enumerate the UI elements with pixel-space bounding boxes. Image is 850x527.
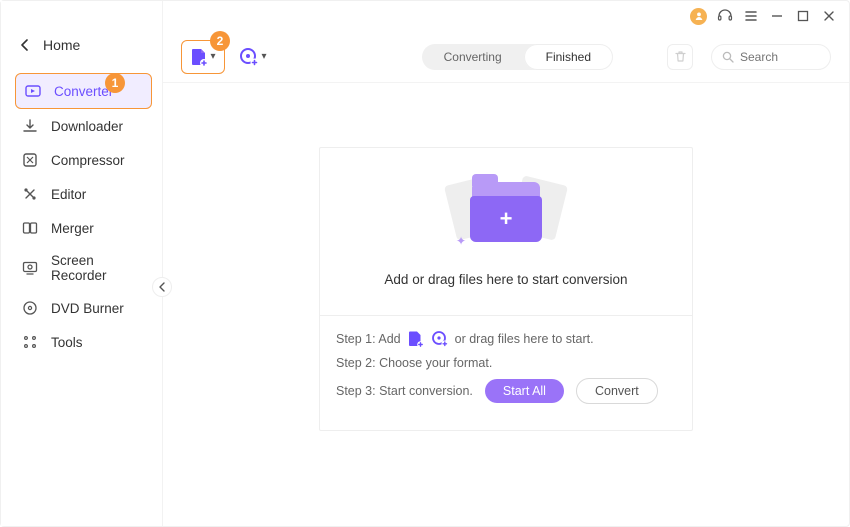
tab-converting[interactable]: Converting <box>422 44 524 70</box>
sidebar-item-label: Merger <box>51 221 94 236</box>
plus-icon: + <box>500 206 513 232</box>
sidebar-item-downloader[interactable]: Downloader <box>1 109 162 143</box>
toolbar: ▾ 2 ▾ Converting Finished <box>163 31 849 83</box>
search-input[interactable] <box>740 50 820 64</box>
sidebar-item-label: DVD Burner <box>51 301 124 316</box>
sidebar: Home Converter Downloader Compressor <box>1 1 163 526</box>
sidebar-item-converter[interactable]: Converter <box>15 73 152 109</box>
sidebar-item-label: Downloader <box>51 119 123 134</box>
add-file-button[interactable]: ▾ 2 <box>181 40 225 74</box>
app-window: Home Converter Downloader Compressor <box>0 0 850 527</box>
drop-zone[interactable]: + ✦ Add or drag files here to start conv… <box>320 148 692 315</box>
search-icon <box>722 51 734 63</box>
sidebar-item-merger[interactable]: Merger <box>1 211 162 245</box>
steps-panel: Step 1: Add or drag files here to start.… <box>320 315 692 430</box>
chevron-down-icon: ▾ <box>261 51 266 62</box>
callout-badge-2: 2 <box>210 31 230 51</box>
home-label: Home <box>43 37 80 53</box>
start-all-button[interactable]: Start All <box>485 379 564 403</box>
clear-list-button[interactable] <box>667 44 693 70</box>
sidebar-item-editor[interactable]: Editor <box>1 177 162 211</box>
sidebar-nav: Converter Downloader Compressor Editor <box>1 73 162 359</box>
tab-finished[interactable]: Finished <box>524 44 613 70</box>
tools-icon <box>21 333 39 351</box>
account-avatar-icon[interactable] <box>690 8 707 25</box>
search-box[interactable] <box>711 44 831 70</box>
converter-icon <box>24 82 42 100</box>
add-file-icon <box>190 47 208 67</box>
add-file-icon[interactable] <box>407 330 425 348</box>
window-maximize-button[interactable] <box>795 8 811 24</box>
dvd-burner-icon <box>21 299 39 317</box>
downloader-icon <box>21 117 39 135</box>
step-1-label-a: Step 1: Add <box>336 332 401 346</box>
sidebar-item-label: Converter <box>54 84 113 99</box>
conversion-card: + ✦ Add or drag files here to start conv… <box>319 147 693 431</box>
screen-recorder-icon <box>21 259 39 277</box>
callout-badge-1: 1 <box>105 73 125 93</box>
content-area: + ✦ Add or drag files here to start conv… <box>163 83 849 526</box>
sidebar-item-compressor[interactable]: Compressor <box>1 143 162 177</box>
sidebar-item-tools[interactable]: Tools <box>1 325 162 359</box>
sidebar-item-label: Tools <box>51 335 83 350</box>
step-2: Step 2: Choose your format. <box>336 356 676 370</box>
window-close-button[interactable] <box>821 8 837 24</box>
editor-icon <box>21 185 39 203</box>
convert-button[interactable]: Convert <box>576 378 658 404</box>
menu-icon[interactable] <box>743 8 759 24</box>
support-icon[interactable] <box>717 8 733 24</box>
step-3: Step 3: Start conversion. Start All Conv… <box>336 378 676 404</box>
sparkle-icon: ✦ <box>456 234 466 248</box>
drop-zone-text: Add or drag files here to start conversi… <box>384 272 627 287</box>
back-icon <box>21 39 29 51</box>
step-1: Step 1: Add or drag files here to start. <box>336 330 676 348</box>
step-1-label-b: or drag files here to start. <box>455 332 594 346</box>
compressor-icon <box>21 151 39 169</box>
window-minimize-button[interactable] <box>769 8 785 24</box>
sidebar-item-label: Editor <box>51 187 86 202</box>
folder-illustration: + ✦ <box>446 176 566 254</box>
merger-icon <box>21 219 39 237</box>
add-disc-icon[interactable] <box>431 330 449 348</box>
step-2-label: Step 2: Choose your format. <box>336 356 492 370</box>
sidebar-item-label: Screen Recorder <box>51 253 150 283</box>
chevron-down-icon: ▾ <box>210 51 215 62</box>
main-panel: ▾ 2 ▾ Converting Finished <box>163 1 849 526</box>
add-disc-icon <box>239 47 259 67</box>
sidebar-item-dvd-burner[interactable]: DVD Burner <box>1 291 162 325</box>
status-tabs: Converting Finished <box>422 44 613 70</box>
step-3-label: Step 3: Start conversion. <box>336 384 473 398</box>
sidebar-item-label: Compressor <box>51 153 125 168</box>
home-button[interactable]: Home <box>1 29 162 61</box>
trash-icon <box>674 50 687 63</box>
titlebar <box>163 1 849 31</box>
add-disc-button[interactable]: ▾ <box>235 40 271 74</box>
sidebar-item-screen-recorder[interactable]: Screen Recorder <box>1 245 162 291</box>
